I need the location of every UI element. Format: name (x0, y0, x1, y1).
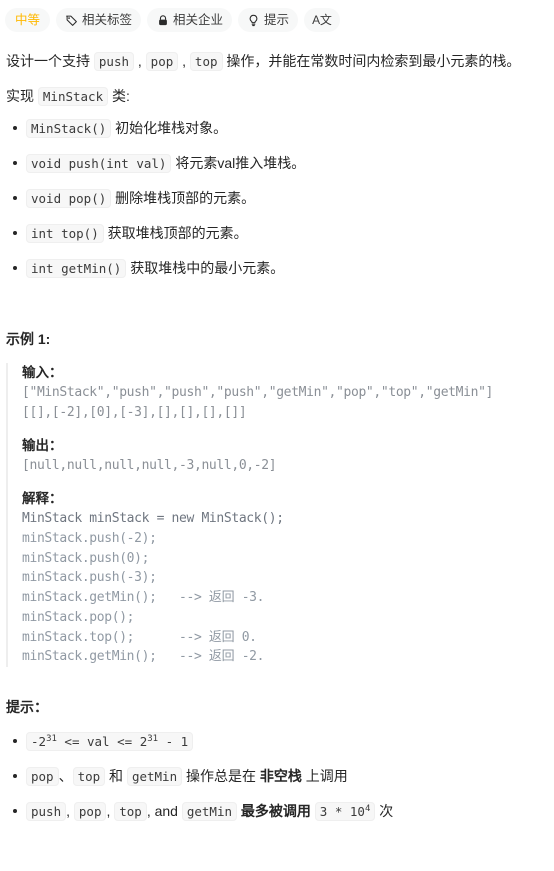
method-description: 删除堆栈顶部的元素。 (111, 190, 256, 207)
description-paragraph-2: 实现 MinStack 类: (6, 85, 548, 108)
list-item: MinStack() 初始化堆栈对象。 (13, 118, 548, 139)
example-output-value: [null,null,null,null,-3,null,0,-2] (22, 458, 277, 474)
inline-code-getmin: getMin (126, 767, 183, 787)
method-signature: int top() (26, 224, 104, 244)
method-signature: int getMin() (26, 259, 127, 279)
range-exponent-2: 31 (147, 734, 159, 745)
hint-text: 次 (375, 803, 394, 820)
example-explain-label: 解释： (22, 490, 63, 506)
range-pre: -2 (31, 734, 47, 750)
desc-text-2a: 实现 (6, 88, 38, 105)
inline-code-top: top (189, 52, 223, 71)
hint-text: 、 (58, 768, 73, 785)
list-item: void push(int val) 将元素val推入堆栈。 (13, 153, 548, 174)
lock-icon (156, 14, 169, 27)
range-post: - 1 (158, 734, 189, 750)
list-item: pop、 top 和 getMin 操作总是在 非空栈 上调用 (13, 766, 548, 787)
lightbulb-icon (247, 14, 260, 27)
method-signature: MinStack() (26, 119, 112, 139)
inline-code-push: push (93, 52, 134, 71)
constraint-call-limit: 3 * 104 (314, 802, 376, 822)
problem-meta-toolbar: 中等 相关标签 相关企业 提示 A文 (0, 0, 554, 40)
inline-code-top: top (72, 767, 106, 787)
range-mid: <= val <= 2 (56, 734, 148, 750)
example-input-label: 输入： (22, 365, 63, 381)
related-tags-button[interactable]: 相关标签 (56, 8, 142, 32)
font-size-toggle-button[interactable]: A文 (304, 8, 340, 32)
inline-code-getmin: getMin (181, 802, 238, 822)
desc-sep-1: , (134, 53, 146, 69)
example-explain-value: MinStack minStack = new MinStack(); minS… (22, 509, 548, 667)
list-item: -231 <= val <= 231 - 1 (13, 731, 548, 752)
difficulty-badge[interactable]: 中等 (5, 8, 51, 32)
method-signature: void pop() (26, 189, 112, 209)
problem-description-content: 设计一个支持 push , pop , top 操作，并能在常数时间内检索到最小… (0, 50, 554, 822)
example-input-value: ["MinStack","push","push","push","getMin… (22, 385, 494, 421)
tag-icon (65, 14, 78, 27)
block-gap (22, 423, 548, 436)
hints-title: 提示： (6, 699, 48, 716)
related-companies-label: 相关企业 (173, 12, 224, 27)
hint-text: , and (146, 803, 182, 820)
method-description: 获取堆栈顶部的元素。 (103, 225, 248, 242)
list-item: int top() 获取堆栈顶部的元素。 (13, 223, 548, 244)
hint-emphasis: 非空栈 (259, 768, 302, 785)
hint-button[interactable]: 提示 (238, 8, 299, 32)
list-item: void pop() 删除堆栈顶部的元素。 (13, 188, 548, 209)
constraint-value-range: -231 <= val <= 231 - 1 (26, 732, 194, 752)
method-description: 获取堆栈中的最小元素。 (126, 260, 285, 277)
call-limit-base: 3 * 10 (319, 804, 365, 820)
range-exponent-1: 31 (46, 734, 57, 745)
hint-text: 和 (105, 768, 127, 785)
method-description: 将元素val推入堆栈。 (171, 155, 306, 172)
explain-first-line: MinStack minStack = new MinStack(); (22, 511, 284, 527)
inline-code-minstack: MinStack (37, 87, 109, 107)
example-title: 示例 1: (6, 331, 51, 348)
inline-code-pop: pop (145, 52, 179, 71)
desc-sep-2: , (178, 53, 190, 69)
hint-text: , (66, 803, 74, 820)
inline-code-top: top (114, 802, 147, 822)
method-description: 初始化堆栈对象。 (111, 120, 228, 137)
list-item: int getMin() 获取堆栈中的最小元素。 (13, 258, 548, 279)
font-size-icon: A文 (312, 13, 332, 27)
example-block: 输入： ["MinStack","push","push","push","ge… (6, 363, 548, 668)
method-signature: void push(int val) (26, 154, 172, 174)
description-paragraph-1: 设计一个支持 push , pop , top 操作，并能在常数时间内检索到最小… (6, 50, 548, 73)
method-list: MinStack() 初始化堆栈对象。 void push(int val) 将… (6, 118, 548, 279)
inline-code-push: push (26, 802, 67, 822)
call-limit-exponent: 4 (364, 804, 371, 815)
hint-text: 上调用 (301, 768, 348, 785)
inline-code-pop: pop (73, 802, 107, 822)
desc-text-1b: 操作，并能在常数时间内检索到最小元素的栈。 (222, 53, 521, 69)
block-gap (22, 476, 548, 489)
desc-text-2b: 类: (108, 88, 130, 105)
hints-list: -231 <= val <= 231 - 1 pop、 top 和 getMin … (6, 731, 548, 822)
list-item: push, pop, top, and getMin 最多被调用 3 * 104… (13, 801, 548, 822)
example-output-label: 输出： (22, 437, 63, 453)
inline-code-pop: pop (26, 767, 59, 787)
related-companies-button[interactable]: 相关企业 (147, 8, 233, 32)
desc-text-1a: 设计一个支持 (6, 53, 94, 69)
hint-emphasis: 最多被调用 (237, 803, 315, 820)
hint-text: 操作总是在 (182, 768, 260, 785)
related-tags-label: 相关标签 (82, 12, 133, 27)
hint-label: 提示 (264, 12, 290, 27)
difficulty-label: 中等 (15, 12, 41, 27)
explain-remaining-lines: minStack.push(-2); minStack.push(0); min… (22, 530, 265, 665)
